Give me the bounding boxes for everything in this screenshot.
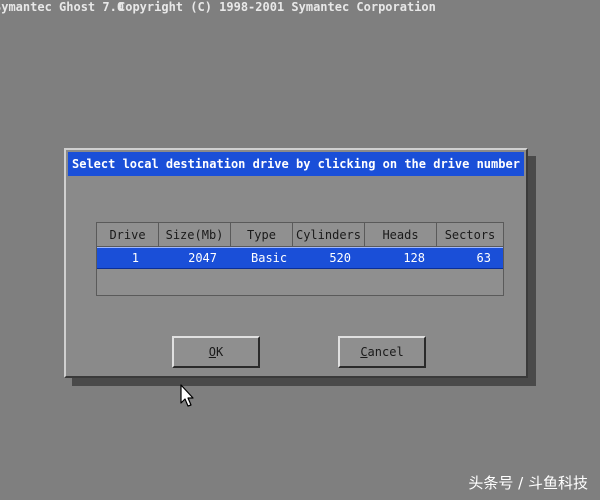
- drive-table: Drive Size(Mb) Type Cylinders Heads Sect…: [96, 222, 504, 296]
- column-header-size[interactable]: Size(Mb): [159, 223, 231, 247]
- ok-button[interactable]: OK: [172, 336, 260, 368]
- column-header-heads[interactable]: Heads: [365, 223, 437, 247]
- cell-sectors[interactable]: 63: [437, 248, 503, 268]
- table-header: Drive Size(Mb) Type Cylinders Heads Sect…: [97, 223, 503, 247]
- column-header-drive[interactable]: Drive: [97, 223, 159, 247]
- dialog-title: Select local destination drive by clicki…: [68, 152, 524, 176]
- product-name: Symantec Ghost 7.0: [0, 0, 125, 14]
- watermark-text: 头条号 / 斗鱼科技: [468, 474, 588, 492]
- column-header-sectors[interactable]: Sectors: [437, 223, 503, 247]
- cancel-button-label: Cancel: [360, 345, 404, 359]
- cell-heads[interactable]: 128: [365, 248, 437, 268]
- cancel-button[interactable]: Cancel: [338, 336, 426, 368]
- ok-button-label: OK: [208, 345, 224, 359]
- destination-drive-dialog: Select local destination drive by clicki…: [64, 148, 528, 378]
- column-header-type[interactable]: Type: [231, 223, 293, 247]
- cell-type[interactable]: Basic: [231, 248, 293, 268]
- cell-size[interactable]: 2047: [159, 248, 231, 268]
- mouse-pointer-icon: [180, 384, 194, 407]
- cell-cylinders[interactable]: 520: [293, 248, 365, 268]
- app-title-bar: Symantec Ghost 7.0 Copyright (C) 1998-20…: [0, 0, 600, 16]
- drive-row-1[interactable]: 1 2047 Basic 520 128 63: [97, 247, 503, 269]
- cell-drive[interactable]: 1: [97, 248, 159, 268]
- column-header-cylinders[interactable]: Cylinders: [293, 223, 365, 247]
- copyright-notice: Copyright (C) 1998-2001 Symantec Corpora…: [118, 0, 436, 14]
